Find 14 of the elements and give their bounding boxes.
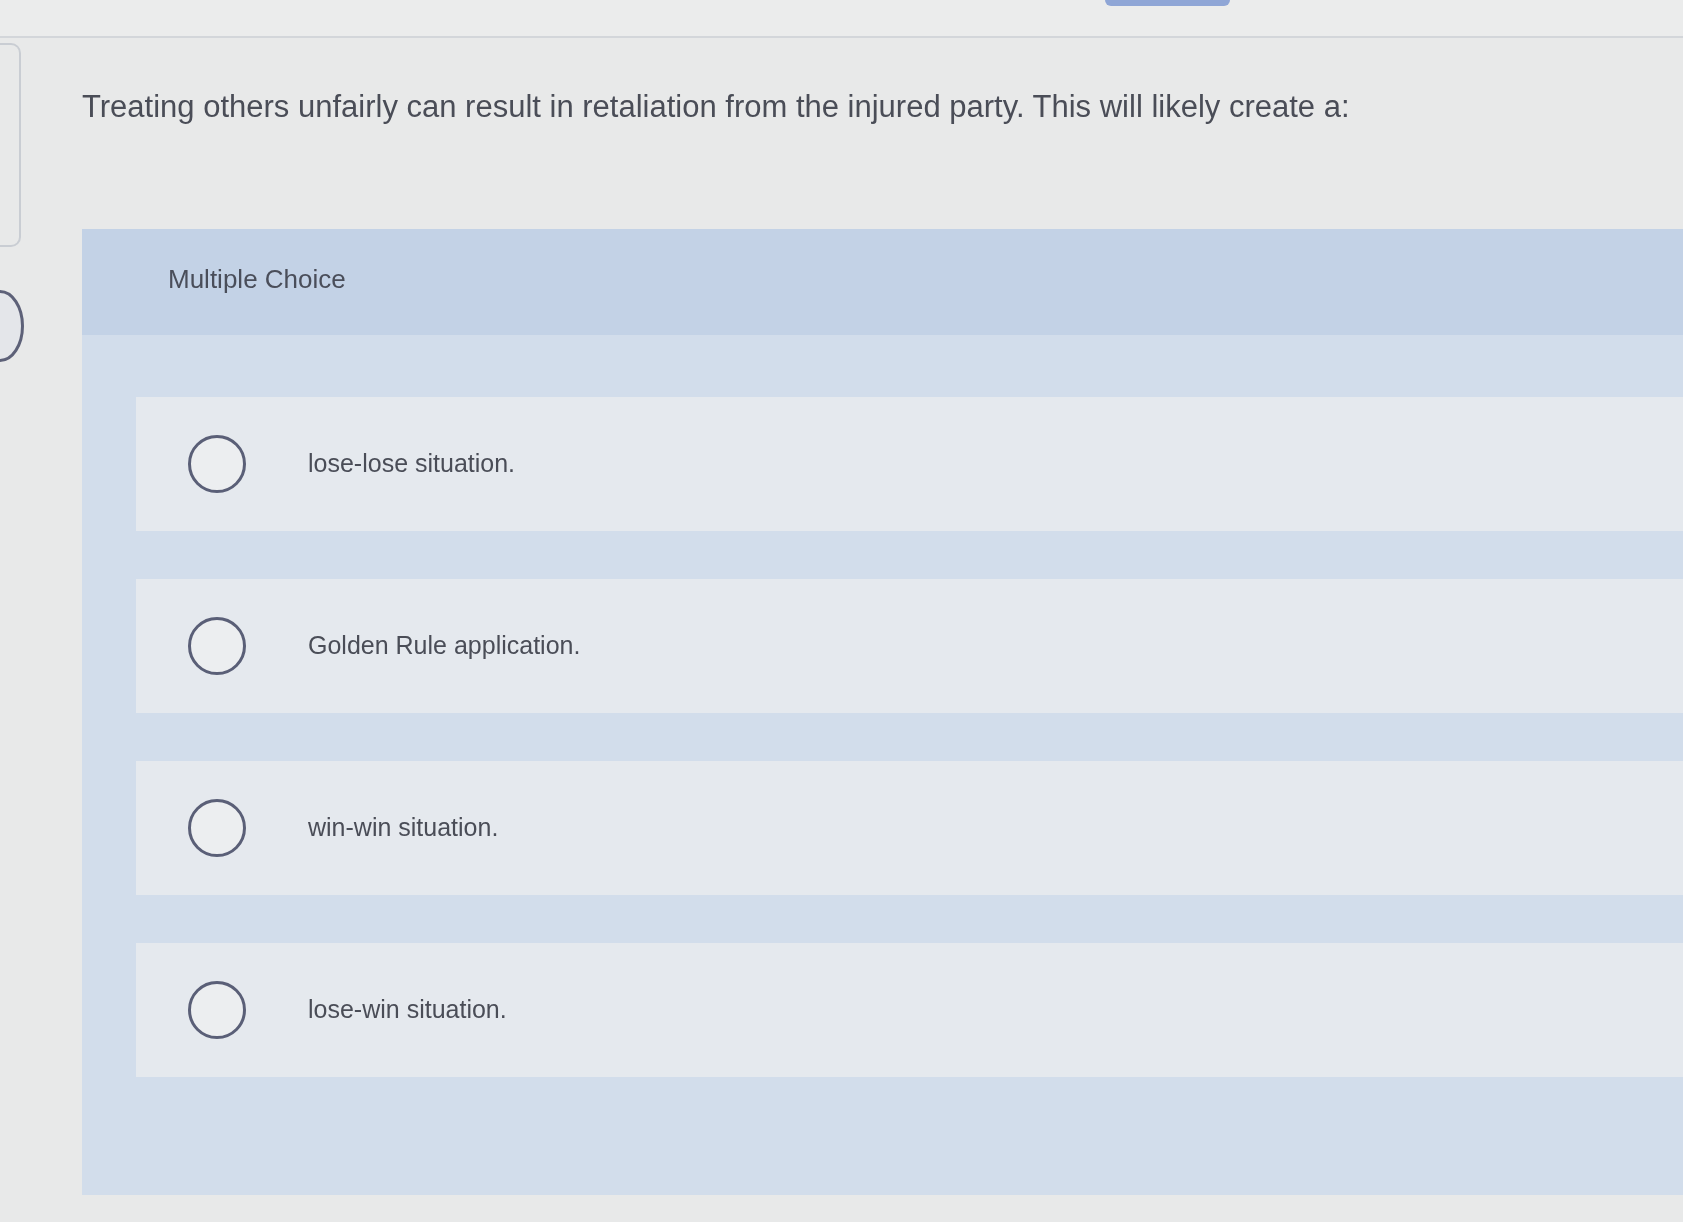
option-label: lose-lose situation.: [308, 448, 516, 479]
answer-option[interactable]: Golden Rule application.: [136, 578, 1683, 713]
radio-button[interactable]: [188, 616, 246, 675]
option-label: win-win situation.: [308, 812, 499, 843]
radio-button[interactable]: [188, 980, 246, 1039]
radio-button[interactable]: [188, 798, 246, 857]
answer-option[interactable]: win-win situation.: [136, 760, 1683, 895]
answer-option[interactable]: lose-win situation.: [136, 942, 1683, 1077]
answer-option[interactable]: lose-lose situation.: [136, 396, 1683, 531]
question-text: Treating others unfairly can result in retaliation from the injured party. This will likely create a:: [82, 88, 1351, 126]
radio-button[interactable]: [188, 434, 246, 493]
section-title: Multiple Choice: [168, 263, 346, 297]
option-label: lose-win situation.: [308, 994, 507, 1025]
option-label: Golden Rule application.: [308, 630, 581, 661]
